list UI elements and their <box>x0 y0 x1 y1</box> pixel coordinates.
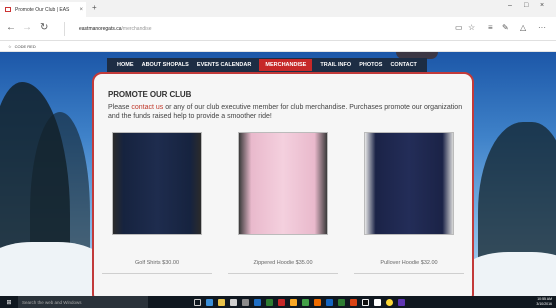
product-caption: Zippered Hoodie $35.00 <box>253 260 313 266</box>
app-icon[interactable] <box>242 298 249 306</box>
store-icon[interactable] <box>230 298 237 306</box>
web-note-icon[interactable]: ✎ <box>502 23 509 32</box>
favorites-bar: ☆ CODE RED <box>0 41 556 52</box>
chrome-icon[interactable] <box>386 298 393 306</box>
page-title: PROMOTE OUR CLUB <box>108 90 192 99</box>
reading-view-icon[interactable]: ▭ <box>455 23 463 32</box>
product-pullover-hoodie[interactable] <box>364 132 454 235</box>
page-description: Please contact us or any of our club exe… <box>108 104 463 120</box>
product-golf-shirt[interactable] <box>112 132 202 235</box>
app-icon[interactable] <box>302 298 309 306</box>
tab-close-icon[interactable]: × <box>79 7 83 13</box>
app-icon[interactable] <box>254 298 261 306</box>
task-view-icon[interactable] <box>194 298 201 306</box>
address-bar: ← → ↻ eastmanoregats.ca /merchandise ▭ ☆… <box>0 17 556 41</box>
app-icon[interactable] <box>290 298 297 306</box>
nav-trail-info[interactable]: TRAIL INFO <box>320 62 351 68</box>
caption-divider <box>102 273 212 274</box>
app-icon[interactable] <box>266 298 273 306</box>
url-field[interactable]: eastmanoregats.ca /merchandise <box>64 22 444 36</box>
favorite-star-icon: ☆ <box>8 43 12 49</box>
app-icon[interactable] <box>398 298 405 306</box>
windows-start-icon[interactable]: ⊞ <box>0 296 18 308</box>
product-image <box>112 132 202 235</box>
maximize-button[interactable]: □ <box>524 2 528 9</box>
new-tab-button[interactable]: + <box>92 3 97 12</box>
powerpoint-icon[interactable] <box>350 298 357 306</box>
url-path: /merchandise <box>121 26 152 32</box>
product-zippered-hoodie[interactable] <box>238 132 328 235</box>
web-page: HOME ABOUT SHOPALS EVENTS CALENDAR MERCH… <box>0 52 556 296</box>
product-caption: Pullover Hoodie $32.00 <box>380 260 438 266</box>
more-icon[interactable]: ··· <box>538 23 546 32</box>
browser-tab[interactable]: Promote Our Club | EAS × <box>0 2 86 17</box>
background-snow <box>460 252 556 296</box>
forward-icon[interactable]: → <box>22 22 32 33</box>
site-nav-menu: HOME ABOUT SHOPALS EVENTS CALENDAR MERCH… <box>107 58 427 72</box>
app-icon[interactable] <box>374 298 381 306</box>
nav-home[interactable]: HOME <box>117 62 134 68</box>
app-icon[interactable] <box>278 298 285 306</box>
minimize-button[interactable]: – <box>508 2 512 9</box>
product-caption: Golf Shirts $30.00 <box>134 260 180 266</box>
hub-icon[interactable]: ≡ <box>488 23 493 32</box>
nav-photos[interactable]: PHOTOS <box>359 62 382 68</box>
app-icon[interactable] <box>362 298 369 306</box>
close-window-button[interactable]: × <box>540 2 544 9</box>
share-icon[interactable]: △ <box>520 23 526 32</box>
file-explorer-icon[interactable] <box>218 298 225 306</box>
favorite-star-icon[interactable]: ☆ <box>468 23 475 32</box>
tab-title: Promote Our Club | EAS <box>15 6 70 13</box>
caption-divider <box>228 273 338 274</box>
browser-tab-bar: Promote Our Club | EAS × + – □ × <box>0 0 556 17</box>
product-image <box>238 132 328 235</box>
taskbar-search[interactable]: Search the web and Windows <box>18 296 148 308</box>
word-icon[interactable] <box>326 298 333 306</box>
tab-favicon-icon <box>5 7 11 12</box>
taskbar-apps <box>194 298 405 306</box>
favorite-item[interactable]: CODE RED <box>15 44 36 49</box>
contact-us-link[interactable]: contact us <box>131 104 163 111</box>
app-icon[interactable] <box>314 298 321 306</box>
content-panel: PROMOTE OUR CLUB Please contact us or an… <box>92 72 474 296</box>
back-icon[interactable]: ← <box>6 22 16 33</box>
refresh-icon[interactable]: ↻ <box>40 22 48 33</box>
nav-merchandise[interactable]: MERCHANDISE <box>259 59 313 71</box>
taskbar: ⊞ Search the web and Windows 10:55 AM 3/… <box>0 296 556 308</box>
caption-divider <box>354 273 464 274</box>
system-clock[interactable]: 10:55 AM 3/10/2016 <box>536 297 552 307</box>
nav-contact[interactable]: CONTACT <box>390 62 416 68</box>
url-domain: eastmanoregats.ca <box>79 26 122 32</box>
edge-icon[interactable] <box>206 298 213 306</box>
clock-date: 3/10/2016 <box>536 302 552 306</box>
nav-events-calendar[interactable]: EVENTS CALENDAR <box>197 62 251 68</box>
nav-about-shopals[interactable]: ABOUT SHOPALS <box>142 62 189 68</box>
product-image <box>364 132 454 235</box>
excel-icon[interactable] <box>338 298 345 306</box>
